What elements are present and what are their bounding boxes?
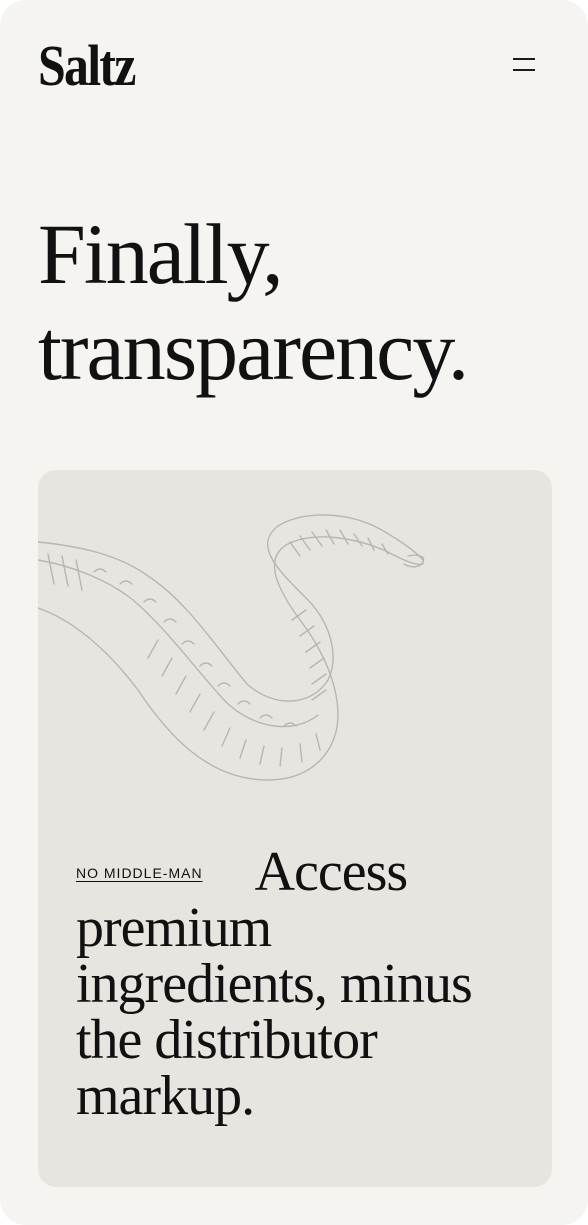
menu-button[interactable]: [500, 48, 548, 82]
hamburger-menu-icon: [513, 58, 535, 60]
feature-text: Access premium ingredients, minus the di…: [76, 841, 473, 1127]
feature-card: NO MIDDLE-MAN Access premium ingredients,…: [38, 470, 552, 1187]
feature-description: NO MIDDLE-MAN Access premium ingredients,…: [76, 844, 516, 1124]
saltz-logo[interactable]: Saltz: [38, 34, 136, 98]
page: Saltz Finally, transparency. NO MIDDLE-M…: [0, 0, 588, 1225]
hamburger-menu-icon-line: [513, 69, 535, 71]
hero-title-line-1: Finally,: [38, 206, 284, 302]
hero-title-line-2: transparency.: [38, 302, 469, 398]
tentacle-illustration: [38, 514, 425, 781]
hero-title: Finally, transparency.: [38, 206, 558, 398]
feature-label: NO MIDDLE-MAN: [76, 865, 203, 881]
